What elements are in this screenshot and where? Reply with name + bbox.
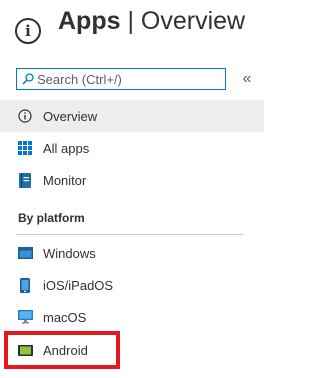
nav-item-label: macOS [43,309,87,325]
nav-item-label: iOS/iPadOS [43,277,114,293]
section-header-by-platform: By platform [18,211,85,225]
info-icon: i [15,18,41,44]
nav-item-overview[interactable]: Overview [0,100,264,132]
page-title-strong: Apps [58,7,121,35]
nav-item-label: Monitor [43,172,87,188]
info-icon [17,108,33,124]
highlight-annotation-box [4,331,120,369]
phone-icon [17,277,33,293]
search-input[interactable] [34,70,217,88]
mac-monitor-icon [17,309,33,325]
nav-item-all-apps[interactable]: All apps [0,132,264,164]
nav-item-macos[interactable]: macOS [0,301,264,333]
windows-icon [17,245,33,261]
nav-item-windows[interactable]: Windows [0,237,264,269]
nav-item-monitor[interactable]: Monitor [0,164,264,196]
page-title: Apps | Overview [58,4,245,38]
search-box[interactable] [16,68,226,90]
nav-item-label: All apps [43,140,90,156]
monitor-book-icon [17,172,33,188]
title-separator: | [127,7,134,35]
collapse-menu-button[interactable]: « [240,70,254,88]
page-title-sub: Overview [140,7,246,35]
nav-item-ios-ipados[interactable]: iOS/iPadOS [0,269,264,301]
nav-item-label: Windows [43,245,96,261]
grid-icon [17,140,33,156]
blade-header: i Apps | Overview [0,0,279,60]
nav-item-label: Overview [43,108,98,124]
section-divider [16,234,243,235]
search-icon [22,73,34,85]
